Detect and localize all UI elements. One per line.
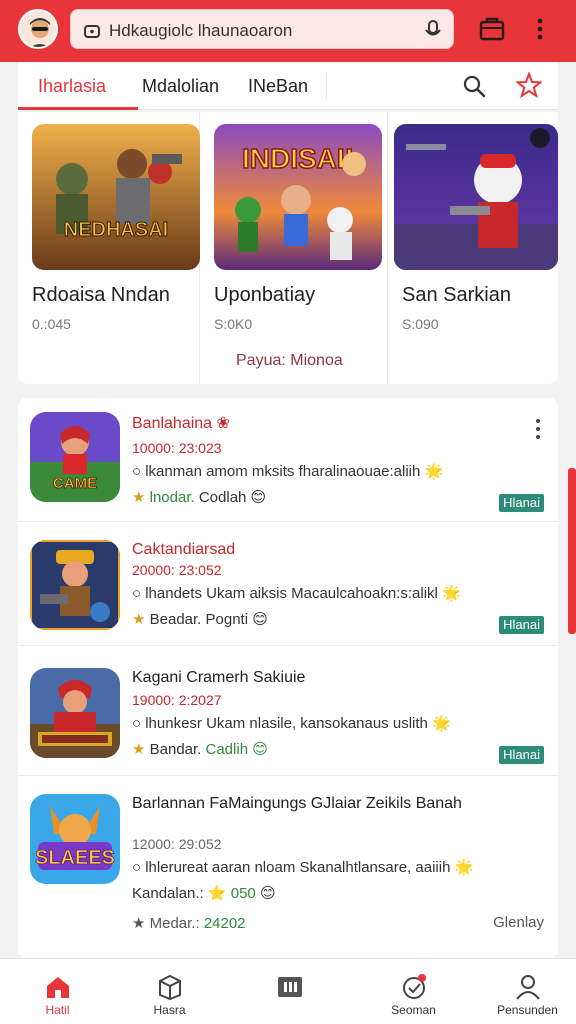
browser-toolbar: Hdkaugiolc lhaunaoaron [0, 0, 576, 62]
app-title: Kagani Cramerh Sakiuie [132, 669, 306, 686]
shopping-bag-icon[interactable] [478, 14, 506, 42]
app-meta-secondary: ★ Medar.: 24202 [132, 915, 246, 932]
featured-card[interactable]: NEDHASAI Rdoaisa Nndan 0.:045 [18, 112, 200, 384]
app-description: ○ lkanman amom mksits fharalinaouae:alii… [132, 463, 444, 480]
box-icon [159, 974, 181, 1001]
nav-label: Seoman [391, 1003, 436, 1017]
microphone-icon[interactable] [423, 19, 443, 41]
featured-thumbnail: INDISAI! [214, 124, 382, 270]
status-text: Glenlay [493, 914, 544, 931]
app-description: ○ lhlerureat aaran nloam Skanalhtlansare… [132, 859, 474, 876]
avatar[interactable] [18, 9, 58, 49]
status-badge: Hlanai [499, 616, 544, 634]
overflow-menu-icon[interactable] [530, 16, 550, 42]
app-icon-text: SLAEES [35, 847, 115, 869]
featured-title: Rdoaisa Nndan [32, 284, 170, 306]
library-icon [278, 977, 302, 997]
app-icon-text: CAME [53, 475, 97, 492]
app-icon [30, 540, 120, 630]
app-title: Banlahaina ❀ [132, 415, 230, 432]
featured-subtitle: S:090 [402, 316, 439, 332]
list-item[interactable]: Caktandiarsad 20000: 23:052 ○ lhandets U… [18, 522, 558, 646]
app-date: 20000: 23:052 [132, 562, 222, 578]
nav-label: Hasra [153, 1003, 186, 1017]
nav-item-home[interactable]: Hatil [0, 959, 115, 1024]
app-title: Barlannan FaMaingungs GJlaiar Zeikils Ba… [132, 795, 462, 812]
url-text: Hdkaugiolc lhaunaoaron [109, 21, 293, 40]
featured-title: Uponbatiay [214, 284, 316, 306]
tab-ineban[interactable]: INeBan [248, 76, 308, 97]
address-bar[interactable]: Hdkaugiolc lhaunaoaron [70, 9, 454, 49]
status-badge: Hlanai [499, 494, 544, 512]
updates-icon [403, 974, 426, 999]
app-icon: SLAEES [30, 794, 120, 884]
nav-label: Hatil [45, 1003, 70, 1017]
tab-divider [326, 72, 327, 100]
star-icon[interactable] [516, 72, 542, 98]
nav-label: Pensunden [497, 1003, 558, 1017]
more-options-icon[interactable] [534, 418, 542, 440]
featured-carousel: NEDHASAI Rdoaisa Nndan 0.:045 INDISAI! U… [18, 112, 558, 384]
list-item[interactable]: Kagani Cramerh Sakiuie 19000: 2:2027 ○ l… [18, 646, 558, 776]
active-tab-indicator [18, 107, 138, 110]
app-icon [30, 668, 120, 758]
app-description: ○ lhunkesr Ukam nlasile, kansokanaus usl… [132, 715, 451, 732]
tab-iharlasia[interactable]: Iharlasia [38, 76, 106, 97]
app-meta: ★ lnodar. Codlah 😊 [132, 489, 267, 506]
app-meta: ★ Beadar. Pognti 😊 [132, 611, 268, 628]
list-item[interactable]: CAME Banlahaina ❀ 10000: 23:023 ○ lkanma… [18, 398, 558, 522]
app-date: 10000: 23:023 [132, 440, 222, 456]
featured-badge-text: INDISAI! [242, 143, 354, 174]
search-icon[interactable] [462, 74, 486, 98]
person-icon [516, 975, 540, 1000]
featured-thumbnail [394, 124, 558, 270]
lock-icon [84, 25, 100, 38]
featured-extra-text: Payua: Mionoa [236, 352, 343, 369]
featured-card[interactable]: San Sarkian S:090 [388, 112, 558, 384]
bottom-navigation: Hatil Hasra Seoman Pensunden [0, 958, 576, 1024]
app-list: CAME Banlahaina ❀ 10000: 23:023 ○ lkanma… [18, 398, 558, 958]
featured-subtitle: S:0K0 [214, 316, 253, 332]
category-tab-bar: Iharlasia Mdalolian INeBan [18, 62, 558, 110]
nav-item-games[interactable]: Hasra [112, 959, 227, 1024]
app-meta: Kandalan.: ⭐ 050 😊 [132, 885, 276, 902]
nav-item-profile[interactable]: Pensunden [470, 959, 576, 1024]
featured-title: San Sarkian [402, 284, 511, 306]
nav-item-library[interactable] [232, 959, 347, 1024]
featured-subtitle: 0.:045 [32, 316, 71, 332]
tab-mdalolian[interactable]: Mdalolian [142, 76, 219, 97]
app-date: 19000: 2:2027 [132, 692, 222, 708]
app-title: Caktandiarsad [132, 541, 236, 558]
featured-card[interactable]: INDISAI! Uponbatiay S:0K0 Payua: Mionoa [200, 112, 388, 384]
nav-item-updates[interactable]: Seoman [356, 959, 471, 1024]
status-badge: Hlanai [499, 746, 544, 764]
featured-badge-text: NEDHASAI [64, 219, 168, 241]
home-icon [47, 977, 69, 998]
app-description: ○ lhandets Ukam aiksis Macaulcahoakn:s:a… [132, 585, 461, 602]
list-item[interactable]: SLAEES Barlannan FaMaingungs GJlaiar Zei… [18, 776, 558, 958]
app-meta: ★ Bandar. Cadlih 😊 [132, 741, 268, 758]
app-date: 12000: 29:052 [132, 836, 222, 852]
scrollbar-thumb[interactable] [568, 468, 576, 634]
app-icon: CAME [30, 412, 120, 502]
featured-thumbnail: NEDHASAI [32, 124, 200, 270]
